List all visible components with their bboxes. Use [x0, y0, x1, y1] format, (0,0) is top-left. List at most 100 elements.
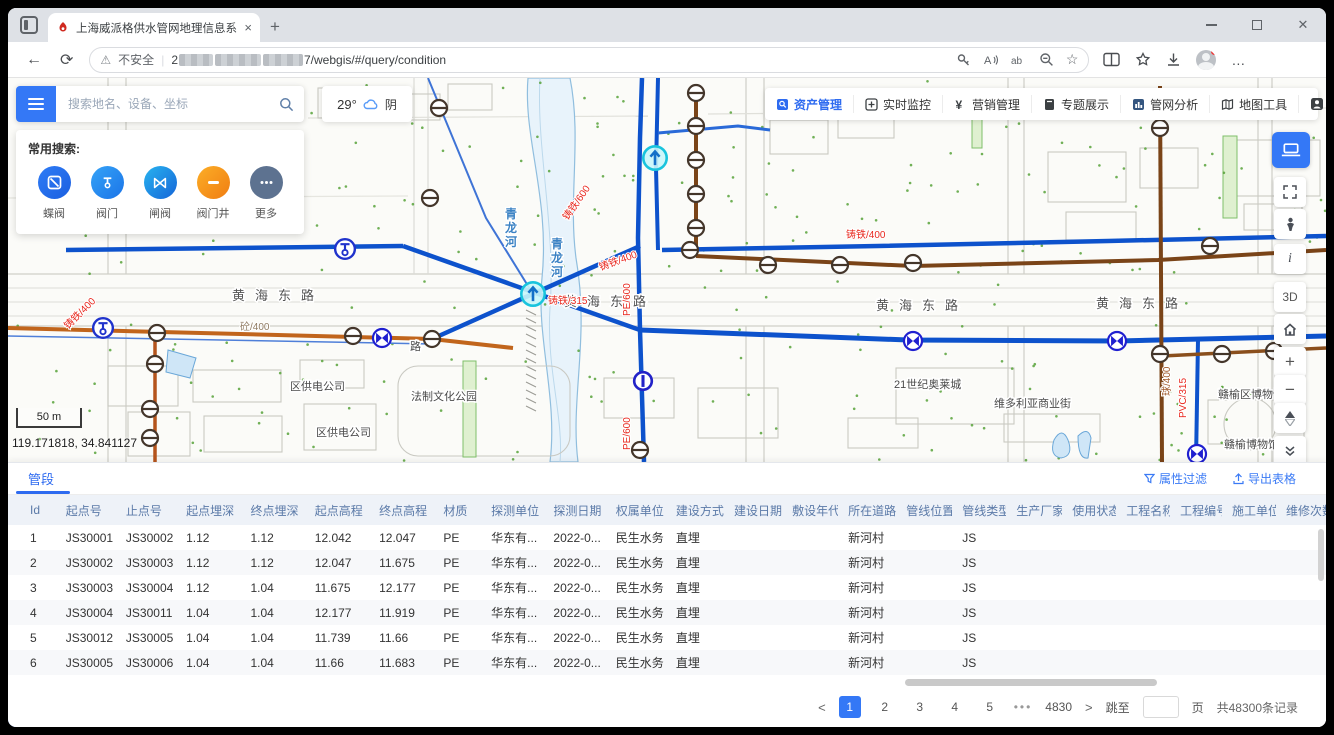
layer-stepper[interactable]: [1274, 403, 1306, 433]
translate-icon[interactable]: ab: [1011, 54, 1027, 66]
jump-page-input[interactable]: [1143, 696, 1179, 718]
table-row[interactable]: 5JS30012JS300051.041.0411.73911.66PE华东有.…: [8, 625, 1326, 650]
gate-valve-icon[interactable]: [373, 329, 391, 347]
pipe-node-icon[interactable]: [1152, 346, 1168, 362]
pipe-node-icon[interactable]: [688, 118, 704, 134]
user-menu[interactable]: 赣榆管理员: [1299, 95, 1326, 113]
tab-pipe-segment[interactable]: 管段: [28, 469, 54, 488]
common-search-gate-valve[interactable]: 闸阀: [138, 166, 182, 221]
refresh-icon[interactable]: ⟳: [60, 50, 73, 70]
page-button[interactable]: 4: [944, 696, 966, 718]
table-row[interactable]: 6JS30005JS300061.041.0411.6611.683PE华东有.…: [8, 650, 1326, 675]
scrollbar-thumb[interactable]: [905, 679, 1157, 686]
table-row[interactable]: 1JS30001JS300021.121.1212.04212.047PE华东有…: [8, 525, 1326, 550]
close-button[interactable]: ✕: [1280, 8, 1326, 42]
pipe-node-icon[interactable]: [688, 152, 704, 168]
password-key-icon[interactable]: [956, 52, 971, 67]
pipe-node-icon[interactable]: [147, 356, 163, 372]
tab-close-icon[interactable]: ×: [244, 20, 252, 35]
gate-valve-icon[interactable]: [904, 332, 922, 350]
pipe-node-icon[interactable]: [832, 257, 848, 273]
flow-junction-icon[interactable]: [521, 282, 544, 305]
next-page-button[interactable]: >: [1085, 700, 1093, 715]
valve-icon[interactable]: [335, 239, 355, 259]
result-panel: 管段 属性过滤 导出表格 Id起点号止点号起点埋深终点埋深起点高程终点高程材质探…: [8, 462, 1326, 727]
zoom-out-button[interactable]: −: [1274, 375, 1306, 405]
pipe-node-icon[interactable]: [1202, 238, 1218, 254]
back-icon[interactable]: ←: [26, 51, 42, 69]
pipe-node-icon[interactable]: [142, 430, 158, 446]
table-row[interactable]: 2JS30002JS300031.121.1212.04711.675PE华东有…: [8, 550, 1326, 575]
minimize-button[interactable]: [1188, 8, 1234, 42]
zoom-out-icon[interactable]: [1039, 52, 1054, 67]
search-icon[interactable]: [279, 97, 294, 112]
new-tab-button[interactable]: +: [270, 17, 280, 37]
valve-icon[interactable]: [93, 318, 113, 338]
pipe-node-icon[interactable]: [431, 100, 447, 116]
download-icon[interactable]: [1166, 52, 1181, 67]
table-cell: [782, 600, 838, 625]
menu-thematic-display[interactable]: 专题展示: [1032, 95, 1121, 113]
pipe-node-icon[interactable]: [424, 331, 440, 347]
pipe-node-icon[interactable]: [1214, 346, 1230, 362]
pipe-node-icon[interactable]: [632, 442, 648, 458]
common-search-valve-well[interactable]: 阀门井: [191, 166, 235, 221]
common-search-butterfly-valve[interactable]: 蝶阀: [32, 166, 76, 221]
pipe-node-icon[interactable]: [688, 85, 704, 101]
page-button[interactable]: 1: [839, 696, 861, 718]
pipe-node-icon[interactable]: [682, 242, 698, 258]
prev-page-button[interactable]: <: [818, 700, 826, 715]
street-view-button[interactable]: [1274, 209, 1306, 239]
menu-map-tools[interactable]: 地图工具: [1210, 95, 1299, 113]
menu-network-analysis[interactable]: 管网分析: [1121, 95, 1210, 113]
flow-junction-icon[interactable]: [643, 146, 666, 169]
info-button[interactable]: i: [1274, 244, 1306, 274]
layer-panel-button[interactable]: [1272, 132, 1310, 168]
pipe-node-icon[interactable]: [688, 186, 704, 202]
browser-tab[interactable]: 上海威派格供水管网地理信息系… ×: [48, 13, 260, 42]
profile-avatar[interactable]: [1196, 50, 1216, 70]
zoom-in-button[interactable]: +: [1274, 347, 1306, 377]
gate-valve-icon[interactable]: [1188, 445, 1206, 462]
3d-button[interactable]: 3D: [1274, 282, 1306, 312]
menu-hamburger-button[interactable]: [16, 86, 56, 122]
split-screen-icon[interactable]: [1103, 52, 1120, 67]
pipe-node-icon[interactable]: [142, 401, 158, 417]
attribute-filter-button[interactable]: 属性过滤: [1144, 470, 1207, 487]
pipe-node-icon[interactable]: [422, 190, 438, 206]
menu-sales-management[interactable]: ¥ 营销管理: [943, 95, 1032, 113]
pipe-node-icon[interactable]: [149, 325, 165, 341]
pipe-node-icon[interactable]: [760, 257, 776, 273]
pipe-node-icon[interactable]: [1152, 120, 1168, 136]
collections-icon[interactable]: [1135, 52, 1151, 67]
pipe-node-icon[interactable]: [688, 220, 704, 236]
page-button[interactable]: 3: [909, 696, 931, 718]
menu-realtime-monitor[interactable]: 实时监控: [854, 95, 943, 113]
valve-well-icon[interactable]: [634, 372, 652, 390]
pipe-node-icon[interactable]: [345, 328, 361, 344]
search-input[interactable]: [66, 96, 279, 112]
page-button[interactable]: 5: [979, 696, 1001, 718]
export-table-button[interactable]: 导出表格: [1233, 470, 1296, 487]
menu-asset-management[interactable]: 资产管理: [765, 95, 854, 113]
maximize-button[interactable]: [1234, 8, 1280, 42]
scrollbar-thumb[interactable]: [1318, 529, 1324, 581]
favorite-star-icon[interactable]: ☆: [1066, 51, 1079, 68]
vertical-scrollbar[interactable]: [1318, 529, 1324, 677]
table-row[interactable]: 4JS30004JS300111.041.0412.17711.919PE华东有…: [8, 600, 1326, 625]
settings-more-icon[interactable]: …: [1231, 52, 1246, 68]
horizontal-scrollbar[interactable]: [8, 679, 1326, 687]
read-aloud-icon[interactable]: A: [983, 53, 999, 67]
common-search-valve[interactable]: 阀门: [85, 166, 129, 221]
common-search-more[interactable]: 更多: [244, 166, 288, 221]
gate-valve-icon[interactable]: [1108, 332, 1126, 350]
home-button[interactable]: [1274, 314, 1306, 344]
pages-ellipsis[interactable]: •••: [1014, 700, 1033, 714]
page-button[interactable]: 2: [874, 696, 896, 718]
address-bar[interactable]: ⚠ 不安全 | 27/webgis/#/query/condition A ab…: [89, 47, 1089, 73]
fullscreen-button[interactable]: [1274, 177, 1306, 207]
pipe-node-icon[interactable]: [905, 255, 921, 271]
table-row[interactable]: 3JS30003JS300041.121.0411.67512.177PE华东有…: [8, 575, 1326, 600]
last-page-button[interactable]: 4830: [1045, 696, 1072, 718]
tab-workspaces-icon[interactable]: [20, 16, 38, 34]
